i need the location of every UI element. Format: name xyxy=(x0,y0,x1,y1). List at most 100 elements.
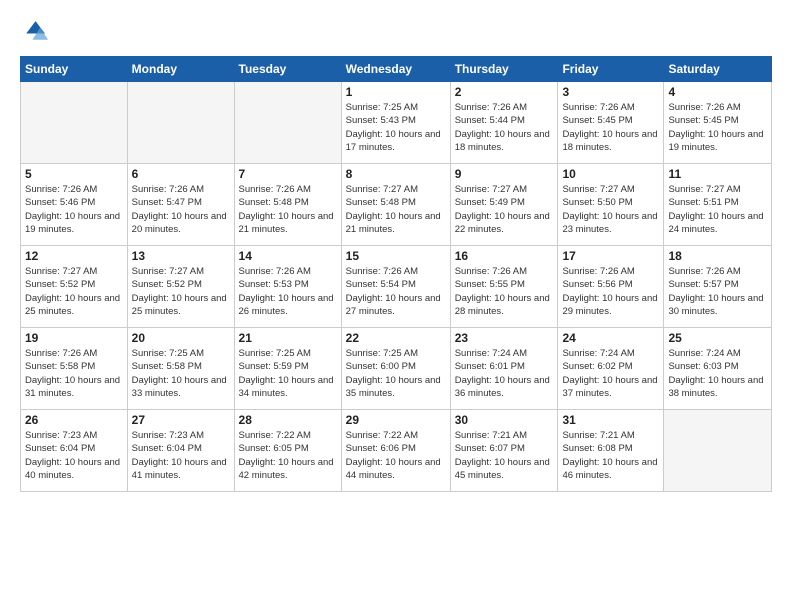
calendar-cell: 26 Sunrise: 7:23 AM Sunset: 6:04 PM Dayli… xyxy=(21,410,128,492)
weekday-header: Tuesday xyxy=(234,57,341,82)
calendar-cell: 24 Sunrise: 7:24 AM Sunset: 6:02 PM Dayli… xyxy=(558,328,664,410)
calendar-cell: 7Sunrise: 7:26 AM Sunset: 5:48 PM Daylig… xyxy=(234,164,341,246)
day-number: 4 xyxy=(668,85,767,99)
day-info: Sunrise: 7:26 AM Sunset: 5:46 PM Dayligh… xyxy=(25,183,123,236)
day-info: Sunrise: 7:21 AM Sunset: 6:07 PM Dayligh… xyxy=(455,429,554,482)
day-number: 2 xyxy=(455,85,554,99)
day-info: Sunrise: 7:26 AM Sunset: 5:45 PM Dayligh… xyxy=(668,101,767,154)
weekday-header: Wednesday xyxy=(341,57,450,82)
day-number: 22 xyxy=(346,331,446,345)
calendar-cell: 23 Sunrise: 7:24 AM Sunset: 6:01 PM Dayli… xyxy=(450,328,558,410)
calendar-cell: 31Sunrise: 7:21 AM Sunset: 6:08 PM Dayli… xyxy=(558,410,664,492)
calendar-cell: 12 Sunrise: 7:27 AM Sunset: 5:52 PM Dayli… xyxy=(21,246,128,328)
calendar-cell: 4 Sunrise: 7:26 AM Sunset: 5:45 PM Daylig… xyxy=(664,82,772,164)
calendar-cell: 9Sunrise: 7:27 AM Sunset: 5:49 PM Daylig… xyxy=(450,164,558,246)
day-info: Sunrise: 7:24 AM Sunset: 6:01 PM Dayligh… xyxy=(455,347,554,400)
day-number: 8 xyxy=(346,167,446,181)
calendar-cell xyxy=(127,82,234,164)
day-info: Sunrise: 7:26 AM Sunset: 5:56 PM Dayligh… xyxy=(562,265,659,318)
day-number: 14 xyxy=(239,249,337,263)
day-number: 3 xyxy=(562,85,659,99)
calendar-week-row: 26 Sunrise: 7:23 AM Sunset: 6:04 PM Dayli… xyxy=(21,410,772,492)
day-info: Sunrise: 7:27 AM Sunset: 5:50 PM Dayligh… xyxy=(562,183,659,236)
day-info: Sunrise: 7:26 AM Sunset: 5:45 PM Dayligh… xyxy=(562,101,659,154)
calendar-week-row: 19 Sunrise: 7:26 AM Sunset: 5:58 PM Dayli… xyxy=(21,328,772,410)
day-number: 6 xyxy=(132,167,230,181)
calendar-cell: 16Sunrise: 7:26 AM Sunset: 5:55 PM Dayli… xyxy=(450,246,558,328)
day-info: Sunrise: 7:26 AM Sunset: 5:47 PM Dayligh… xyxy=(132,183,230,236)
day-number: 12 xyxy=(25,249,123,263)
day-info: Sunrise: 7:27 AM Sunset: 5:48 PM Dayligh… xyxy=(346,183,446,236)
day-info: Sunrise: 7:25 AM Sunset: 5:58 PM Dayligh… xyxy=(132,347,230,400)
day-number: 29 xyxy=(346,413,446,427)
day-number: 26 xyxy=(25,413,123,427)
calendar-cell: 15Sunrise: 7:26 AM Sunset: 5:54 PM Dayli… xyxy=(341,246,450,328)
calendar-week-row: 12 Sunrise: 7:27 AM Sunset: 5:52 PM Dayli… xyxy=(21,246,772,328)
calendar-cell: 8 Sunrise: 7:27 AM Sunset: 5:48 PM Daylig… xyxy=(341,164,450,246)
calendar-cell: 18 Sunrise: 7:26 AM Sunset: 5:57 PM Dayli… xyxy=(664,246,772,328)
calendar-cell: 5 Sunrise: 7:26 AM Sunset: 5:46 PM Daylig… xyxy=(21,164,128,246)
day-number: 31 xyxy=(562,413,659,427)
day-info: Sunrise: 7:24 AM Sunset: 6:03 PM Dayligh… xyxy=(668,347,767,400)
weekday-header: Saturday xyxy=(664,57,772,82)
day-info: Sunrise: 7:26 AM Sunset: 5:55 PM Dayligh… xyxy=(455,265,554,318)
day-number: 23 xyxy=(455,331,554,345)
weekday-header-row: SundayMondayTuesdayWednesdayThursdayFrid… xyxy=(21,57,772,82)
day-info: Sunrise: 7:22 AM Sunset: 6:05 PM Dayligh… xyxy=(239,429,337,482)
calendar-cell: 25 Sunrise: 7:24 AM Sunset: 6:03 PM Dayli… xyxy=(664,328,772,410)
day-info: Sunrise: 7:26 AM Sunset: 5:57 PM Dayligh… xyxy=(668,265,767,318)
day-info: Sunrise: 7:25 AM Sunset: 6:00 PM Dayligh… xyxy=(346,347,446,400)
logo-icon xyxy=(20,18,48,46)
day-number: 25 xyxy=(668,331,767,345)
calendar-cell: 19 Sunrise: 7:26 AM Sunset: 5:58 PM Dayli… xyxy=(21,328,128,410)
day-info: Sunrise: 7:26 AM Sunset: 5:44 PM Dayligh… xyxy=(455,101,554,154)
calendar-cell: 20 Sunrise: 7:25 AM Sunset: 5:58 PM Dayli… xyxy=(127,328,234,410)
calendar-cell xyxy=(664,410,772,492)
calendar-cell: 29 Sunrise: 7:22 AM Sunset: 6:06 PM Dayli… xyxy=(341,410,450,492)
calendar-cell xyxy=(21,82,128,164)
day-info: Sunrise: 7:24 AM Sunset: 6:02 PM Dayligh… xyxy=(562,347,659,400)
day-info: Sunrise: 7:27 AM Sunset: 5:51 PM Dayligh… xyxy=(668,183,767,236)
day-number: 27 xyxy=(132,413,230,427)
day-info: Sunrise: 7:25 AM Sunset: 5:43 PM Dayligh… xyxy=(346,101,446,154)
day-number: 11 xyxy=(668,167,767,181)
calendar-cell xyxy=(234,82,341,164)
calendar-cell: 13 Sunrise: 7:27 AM Sunset: 5:52 PM Dayli… xyxy=(127,246,234,328)
calendar-cell: 3 Sunrise: 7:26 AM Sunset: 5:45 PM Daylig… xyxy=(558,82,664,164)
day-number: 1 xyxy=(346,85,446,99)
day-number: 10 xyxy=(562,167,659,181)
calendar-cell: 17 Sunrise: 7:26 AM Sunset: 5:56 PM Dayli… xyxy=(558,246,664,328)
calendar-cell: 1 Sunrise: 7:25 AM Sunset: 5:43 PM Daylig… xyxy=(341,82,450,164)
day-number: 18 xyxy=(668,249,767,263)
weekday-header: Sunday xyxy=(21,57,128,82)
page: SundayMondayTuesdayWednesdayThursdayFrid… xyxy=(0,0,792,612)
weekday-header: Friday xyxy=(558,57,664,82)
day-info: Sunrise: 7:27 AM Sunset: 5:52 PM Dayligh… xyxy=(132,265,230,318)
day-info: Sunrise: 7:25 AM Sunset: 5:59 PM Dayligh… xyxy=(239,347,337,400)
calendar-cell: 6 Sunrise: 7:26 AM Sunset: 5:47 PM Daylig… xyxy=(127,164,234,246)
day-info: Sunrise: 7:23 AM Sunset: 6:04 PM Dayligh… xyxy=(25,429,123,482)
calendar-cell: 21Sunrise: 7:25 AM Sunset: 5:59 PM Dayli… xyxy=(234,328,341,410)
day-info: Sunrise: 7:27 AM Sunset: 5:52 PM Dayligh… xyxy=(25,265,123,318)
day-number: 15 xyxy=(346,249,446,263)
calendar-cell: 2 Sunrise: 7:26 AM Sunset: 5:44 PM Daylig… xyxy=(450,82,558,164)
calendar-cell: 14Sunrise: 7:26 AM Sunset: 5:53 PM Dayli… xyxy=(234,246,341,328)
day-number: 7 xyxy=(239,167,337,181)
day-info: Sunrise: 7:27 AM Sunset: 5:49 PM Dayligh… xyxy=(455,183,554,236)
weekday-header: Thursday xyxy=(450,57,558,82)
day-number: 19 xyxy=(25,331,123,345)
day-number: 20 xyxy=(132,331,230,345)
day-number: 13 xyxy=(132,249,230,263)
calendar: SundayMondayTuesdayWednesdayThursdayFrid… xyxy=(20,56,772,492)
logo xyxy=(20,18,52,46)
day-number: 17 xyxy=(562,249,659,263)
day-info: Sunrise: 7:26 AM Sunset: 5:58 PM Dayligh… xyxy=(25,347,123,400)
day-number: 30 xyxy=(455,413,554,427)
day-number: 24 xyxy=(562,331,659,345)
day-info: Sunrise: 7:23 AM Sunset: 6:04 PM Dayligh… xyxy=(132,429,230,482)
day-info: Sunrise: 7:22 AM Sunset: 6:06 PM Dayligh… xyxy=(346,429,446,482)
calendar-cell: 22 Sunrise: 7:25 AM Sunset: 6:00 PM Dayli… xyxy=(341,328,450,410)
header xyxy=(20,18,772,46)
day-number: 5 xyxy=(25,167,123,181)
weekday-header: Monday xyxy=(127,57,234,82)
